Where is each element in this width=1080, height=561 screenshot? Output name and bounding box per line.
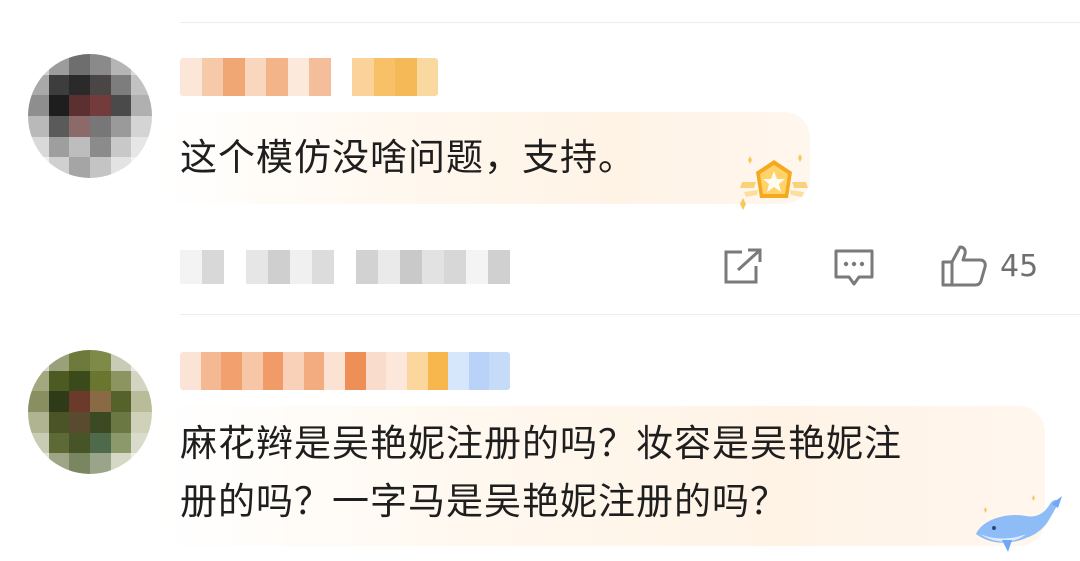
avatar[interactable] [28,350,152,474]
avatar[interactable] [28,54,152,178]
timestamp-blurred [180,250,510,284]
like-icon [941,245,987,287]
share-button[interactable] [722,248,764,286]
share-icon [724,248,762,284]
comment-text-line1: 麻花辫是吴艳妮注册的吗？妆容是吴艳妮注 [180,422,902,465]
reply-icon [834,249,874,286]
reply-button[interactable] [833,248,875,288]
like-button[interactable]: 45 [940,244,1038,288]
comment-text-line2: 册的吗？一字马是吴艳妮注册的吗？ [180,480,788,523]
username-blurred[interactable] [180,58,438,96]
top-divider [180,22,1080,23]
comment-text: 这个模仿没啥问题，支持。 [180,136,636,179]
username-blurred[interactable] [180,352,510,390]
comment-divider [180,314,1080,315]
whale-badge-icon [976,495,1062,552]
star-badge-icon [740,154,808,210]
like-count: 45 [1000,248,1039,284]
